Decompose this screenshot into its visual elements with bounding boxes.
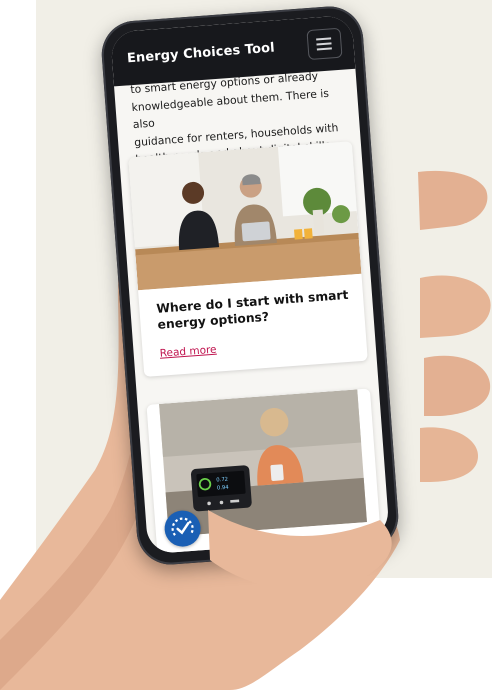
fingers-image xyxy=(208,170,491,591)
